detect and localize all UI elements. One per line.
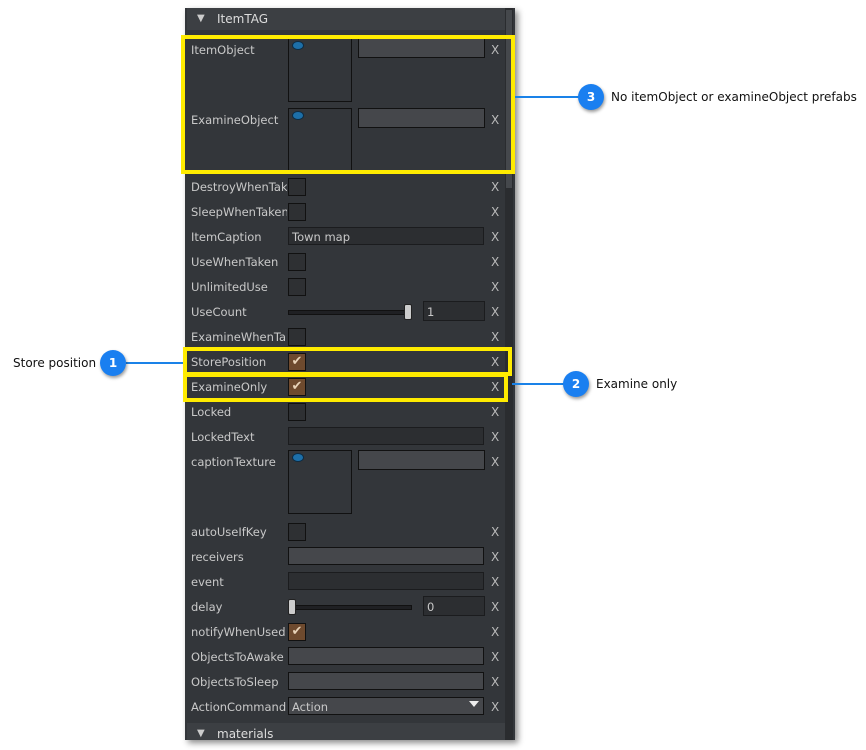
eye-icon[interactable] (293, 454, 303, 461)
property-label: UseWhenTaken (191, 255, 279, 269)
property-row-usecount: UseCount 1 X (185, 300, 505, 325)
property-row-itemcaption: ItemCaption Town map X (185, 225, 505, 250)
property-row-usewhentaken: UseWhenTaken X (185, 250, 505, 275)
property-label: DestroyWhenTake (191, 180, 287, 194)
property-row-sleepwhentaken: SleepWhenTaken X (185, 200, 505, 225)
clear-button[interactable]: X (491, 180, 499, 194)
callout-text-1: Store position (13, 356, 97, 370)
property-label: notifyWhenUsed (191, 625, 286, 639)
clear-button[interactable]: X (491, 675, 499, 689)
destroywhentake-checkbox[interactable] (288, 178, 306, 196)
property-label: UseCount (191, 305, 247, 319)
captiontexture-field[interactable] (358, 450, 485, 470)
callout-text-3: No itemObject or examineObject prefabs (611, 90, 857, 104)
property-label: ActionCommand (191, 700, 287, 714)
clear-button[interactable]: X (491, 575, 499, 589)
property-row-autouseifkey: autoUseIfKey X (185, 520, 505, 545)
clear-button[interactable]: X (491, 330, 499, 344)
callout-line-3 (515, 96, 579, 98)
clear-button[interactable]: X (491, 455, 499, 469)
objectstosleep-field[interactable] (288, 672, 484, 690)
property-row-actioncommand: ActionCommand Action X (185, 695, 505, 720)
property-label: UnlimitedUse (191, 280, 268, 294)
property-label: LockedText (191, 430, 255, 444)
property-label: Locked (191, 405, 232, 419)
usewhentaken-checkbox[interactable] (288, 253, 306, 271)
receivers-field[interactable] (288, 547, 484, 565)
property-label: ItemCaption (191, 230, 262, 244)
property-label: receivers (191, 550, 244, 564)
callout-badge-2: 2 (563, 371, 589, 397)
property-label: delay (191, 600, 223, 614)
callout-line-1 (126, 362, 183, 364)
actioncommand-dropdown[interactable]: Action (288, 697, 484, 715)
property-label: ExamineWhenTak (191, 330, 287, 344)
callout-badge-3: 3 (578, 84, 604, 110)
objectstoawake-field[interactable] (288, 647, 484, 665)
callout-text-2: Examine only (596, 377, 678, 391)
callout-badge-1: 1 (100, 350, 126, 376)
property-row-objectstoawake: ObjectsToAwake X (185, 645, 505, 670)
property-row-locked: Locked X (185, 400, 505, 425)
clear-button[interactable]: X (491, 600, 499, 614)
examinewhentak-checkbox[interactable] (288, 328, 306, 346)
property-label: SleepWhenTaken (191, 205, 287, 219)
highlight-box-examineonly (183, 373, 508, 402)
unlimiteduse-checkbox[interactable] (288, 278, 306, 296)
delay-value-input[interactable]: 0 (423, 596, 485, 616)
autouseifkey-checkbox[interactable] (288, 523, 306, 541)
notifywhenused-checkbox[interactable]: ✔ (288, 623, 306, 641)
usecount-slider-handle[interactable] (404, 304, 412, 320)
property-row-delay: delay 0 X (185, 595, 505, 620)
sleepwhentaken-checkbox[interactable] (288, 203, 306, 221)
collapse-triangle-icon: ▼ (197, 13, 205, 24)
clear-button[interactable]: X (491, 525, 499, 539)
clear-button[interactable]: X (491, 280, 499, 294)
property-row-objectstosleep: ObjectsToSleep X (185, 670, 505, 695)
property-label: ObjectsToSleep (191, 675, 279, 689)
section-header-materials[interactable]: ▼ materials (187, 723, 505, 740)
checkmark-icon: ✔ (291, 624, 303, 639)
lockedtext-input[interactable] (288, 427, 484, 445)
captiontexture-preview[interactable] (288, 450, 352, 514)
highlight-box-storeposition (183, 347, 512, 376)
property-label: autoUseIfKey (191, 525, 267, 539)
property-label: ObjectsToAwake (191, 650, 284, 664)
delay-slider-handle[interactable] (288, 599, 296, 615)
highlight-box-objects (181, 35, 515, 174)
property-row-lockedtext: LockedText X (185, 425, 505, 450)
usecount-slider-track[interactable] (288, 310, 412, 315)
clear-button[interactable]: X (491, 205, 499, 219)
property-row-destroywhentake: DestroyWhenTake X (185, 175, 505, 200)
clear-button[interactable]: X (491, 430, 499, 444)
event-input[interactable] (288, 572, 484, 590)
clear-button[interactable]: X (491, 550, 499, 564)
clear-button[interactable]: X (491, 700, 499, 714)
dropdown-value: Action (292, 700, 329, 714)
property-label: event (191, 575, 224, 589)
usecount-value-input[interactable]: 1 (423, 301, 485, 321)
property-label: captionTexture (191, 455, 276, 469)
locked-checkbox[interactable] (288, 403, 306, 421)
clear-button[interactable]: X (491, 650, 499, 664)
property-row-notifywhenused: notifyWhenUsed ✔ X (185, 620, 505, 645)
collapse-triangle-icon: ▼ (197, 728, 205, 739)
clear-button[interactable]: X (491, 305, 499, 319)
delay-slider-track[interactable] (288, 605, 412, 610)
chevron-down-icon (469, 701, 479, 707)
property-row-unlimiteduse: UnlimitedUse X (185, 275, 505, 300)
clear-button[interactable]: X (491, 405, 499, 419)
section-header-itemtag[interactable]: ▼ ItemTAG (187, 8, 505, 30)
property-row-captiontexture: captionTexture X (185, 450, 505, 514)
property-row-receivers: receivers X (185, 545, 505, 570)
itemcaption-input[interactable]: Town map (288, 227, 484, 245)
clear-button[interactable]: X (491, 255, 499, 269)
clear-button[interactable]: X (491, 230, 499, 244)
property-row-event: event X (185, 570, 505, 595)
callout-line-2 (512, 383, 564, 385)
clear-button[interactable]: X (491, 625, 499, 639)
